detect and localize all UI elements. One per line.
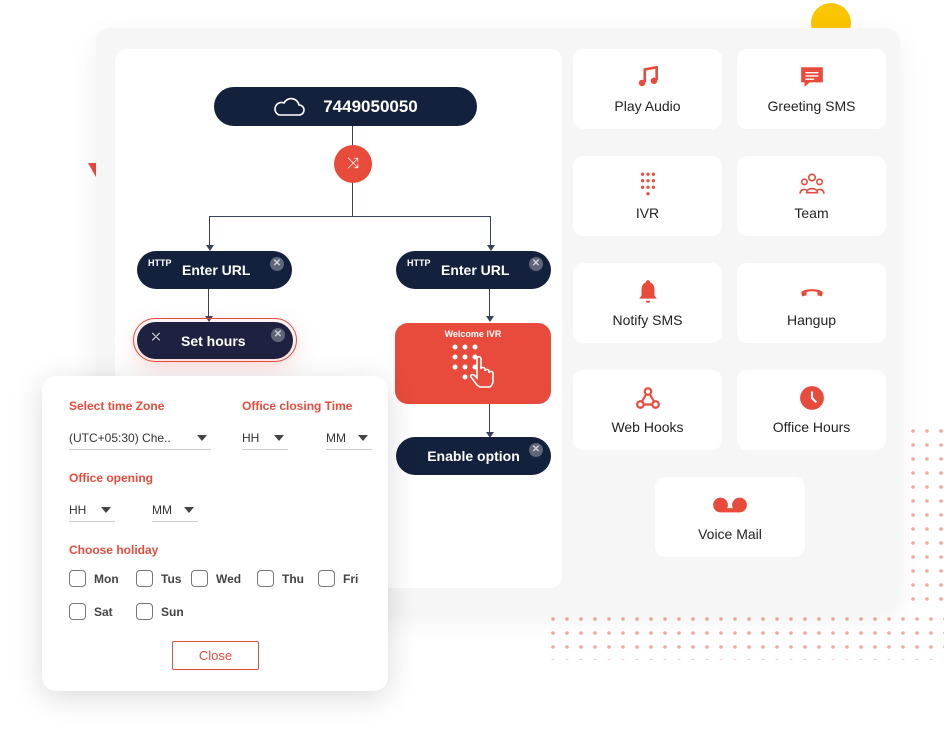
day-label: Sat: [94, 604, 113, 619]
caret-down-icon: [358, 434, 368, 441]
widget-label: Team: [794, 205, 829, 221]
widget-office-hours[interactable]: Office Hours: [737, 370, 886, 450]
enter-url-node-left[interactable]: HTTP Enter URL ✕: [137, 251, 292, 289]
holiday-checkbox-wed[interactable]: Wed: [191, 570, 241, 587]
holiday-label: Choose holiday: [69, 543, 159, 557]
close-button[interactable]: Close: [172, 641, 259, 670]
day-label: Mon: [94, 571, 119, 586]
clock-icon: [799, 386, 824, 410]
select-value: MM: [152, 502, 172, 517]
keypad-tap-icon: [452, 344, 494, 388]
timezone-label: Select time Zone: [69, 399, 165, 413]
widget-ivr[interactable]: IVR: [573, 156, 722, 236]
widget-greeting-sms[interactable]: Greeting SMS: [737, 49, 886, 129]
phone-number-node[interactable]: 7449050050: [214, 87, 477, 126]
holiday-checkbox-sat[interactable]: Sat: [69, 603, 113, 620]
hangup-phone-icon: [800, 289, 823, 297]
widget-team[interactable]: Team: [737, 156, 886, 236]
caret-down-icon: [184, 506, 194, 513]
widget-label: Play Audio: [614, 98, 681, 114]
set-hours-node[interactable]: ⤫ Set hours ✕: [137, 322, 293, 359]
widget-hangup[interactable]: Hangup: [737, 263, 886, 343]
node-label: Enter URL: [441, 262, 510, 278]
holiday-checkbox-thu[interactable]: Thu: [257, 570, 304, 587]
phone-number: 7449050050: [323, 96, 418, 116]
set-hours-icon: ⤫: [152, 332, 160, 343]
node-label: Enter URL: [182, 262, 251, 278]
widget-notify-sms[interactable]: Notify SMS: [573, 263, 722, 343]
opening-mm-select[interactable]: MM: [152, 498, 198, 522]
day-label: Tus: [161, 571, 182, 586]
widget-play-audio[interactable]: Play Audio: [573, 49, 722, 129]
webhook-icon: [635, 387, 660, 409]
widget-voice-mail[interactable]: Voice Mail: [655, 477, 805, 557]
node-label: Welcome IVR: [444, 329, 502, 339]
message-icon: [800, 67, 823, 87]
caret-down-icon: [274, 434, 284, 441]
holiday-checkbox-mon[interactable]: Mon: [69, 570, 119, 587]
timezone-select[interactable]: (UTC+05:30) Che..: [69, 426, 211, 450]
keypad-icon: [640, 172, 655, 196]
set-hours-popup: Select time Zone Office closing Time (UT…: [42, 376, 388, 691]
dots-decoration: [906, 424, 944, 606]
voicemail-icon: [713, 497, 747, 513]
widget-label: Voice Mail: [698, 526, 762, 542]
node-label: Set hours: [181, 332, 246, 349]
closing-mm-select[interactable]: MM: [326, 426, 372, 450]
split-node-icon[interactable]: ⤨: [334, 145, 372, 183]
caret-down-icon: [101, 506, 111, 513]
remove-node-icon[interactable]: ✕: [270, 257, 284, 271]
node-label: Enable option: [427, 448, 520, 464]
timezone-value: (UTC+05:30) Che..: [69, 430, 171, 445]
enable-option-node[interactable]: Enable option ✕: [396, 437, 551, 475]
day-label: Fri: [343, 571, 359, 586]
select-value: HH: [69, 502, 87, 517]
widget-label: Greeting SMS: [767, 98, 856, 114]
holiday-checkbox-fri[interactable]: Fri: [318, 570, 358, 587]
select-value: HH: [242, 430, 260, 445]
day-label: Wed: [216, 571, 242, 586]
bell-icon: [638, 280, 657, 303]
widget-label: Notify SMS: [612, 312, 683, 328]
day-label: Sun: [161, 604, 184, 619]
holiday-checkbox-sun[interactable]: Sun: [136, 603, 184, 620]
day-label: Thu: [282, 571, 304, 586]
closing-hh-select[interactable]: HH: [242, 426, 288, 450]
select-value: MM: [326, 430, 346, 445]
remove-node-icon[interactable]: ✕: [271, 328, 285, 342]
caret-down-icon: [197, 434, 207, 441]
cloud-icon: [274, 97, 305, 116]
remove-node-icon[interactable]: ✕: [529, 257, 543, 271]
opening-time-label: Office opening: [69, 471, 153, 485]
widget-web-hooks[interactable]: Web Hooks: [573, 370, 722, 450]
http-tag: HTTP: [148, 258, 172, 268]
team-icon: [798, 173, 825, 194]
opening-hh-select[interactable]: HH: [69, 498, 115, 522]
widget-label: Hangup: [786, 312, 837, 328]
welcome-ivr-node[interactable]: Welcome IVR: [395, 323, 551, 404]
enter-url-node-right[interactable]: HTTP Enter URL ✕: [396, 251, 551, 289]
holiday-checkbox-tus[interactable]: Tus: [136, 570, 181, 587]
widget-label: Web Hooks: [611, 419, 684, 435]
music-note-icon: [638, 65, 658, 87]
widget-label: IVR: [635, 205, 660, 221]
dots-decoration: [546, 612, 944, 660]
widget-label: Office Hours: [772, 419, 851, 435]
closing-time-label: Office closing Time: [242, 399, 353, 413]
remove-node-icon[interactable]: ✕: [529, 443, 543, 457]
http-tag: HTTP: [407, 258, 431, 268]
